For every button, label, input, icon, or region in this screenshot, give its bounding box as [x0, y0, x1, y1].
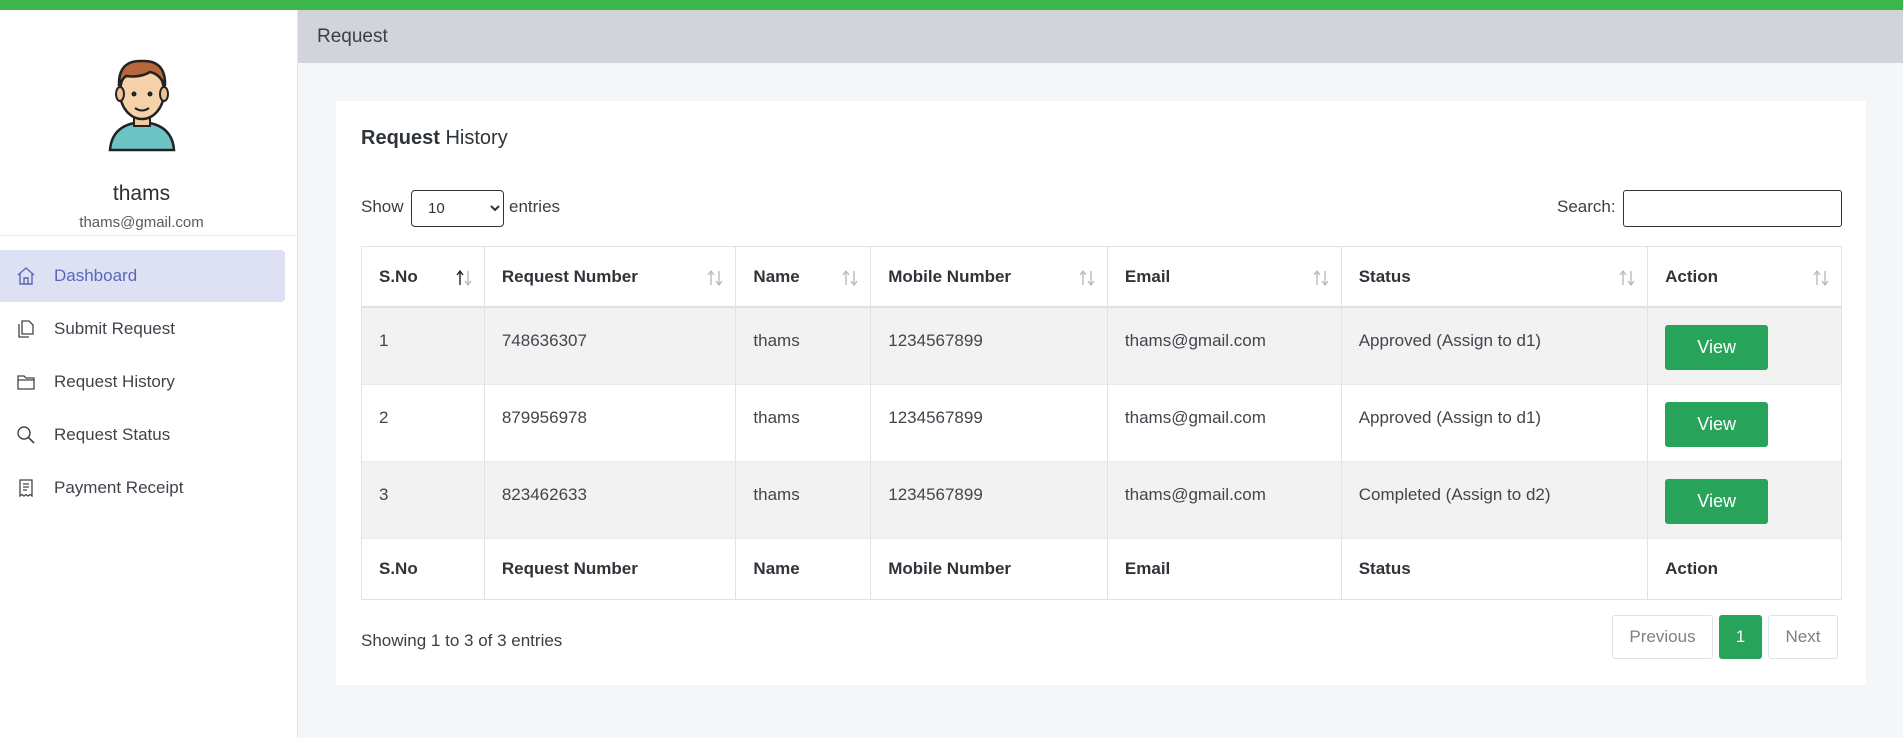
card-title-bold: Request [361, 127, 440, 149]
sidebar-item-payment-receipt[interactable]: Payment Receipt [0, 462, 285, 514]
sidebar: thams thams@gmail.com Dashboard Submit R… [0, 10, 298, 738]
sidebar-item-label: Request Status [54, 425, 171, 444]
column-header-action[interactable]: Action [1648, 247, 1841, 308]
sort-ascending-icon [456, 269, 472, 287]
table-footer-row: S.No Request Number Name Mobile Number E… [362, 539, 1841, 599]
sort-icon [1313, 269, 1329, 287]
page-title: Request [317, 25, 388, 47]
sidebar-item-label: Request History [54, 372, 175, 391]
table-row: 3 823462633 thams 1234567899 thams@gmail… [362, 462, 1841, 539]
search-input[interactable] [1623, 190, 1842, 227]
sidebar-item-label: Dashboard [54, 266, 138, 285]
footer-header-status: Status [1342, 539, 1649, 599]
table-row: 2 879956978 thams 1234567899 thams@gmail… [362, 385, 1841, 462]
cell-sno: 1 [362, 308, 485, 385]
cell-status: Approved (Assign to d1) [1341, 308, 1649, 385]
cell-action: View [1648, 385, 1841, 462]
pagination: Previous 1 Next [1612, 615, 1838, 659]
sort-icon [1813, 269, 1829, 287]
requests-table: S.No Request Number Name Mobile Number E… [361, 246, 1842, 600]
cell-sno: 2 [362, 385, 485, 462]
cell-request-number: 823462633 [484, 462, 737, 539]
view-button[interactable]: View [1665, 325, 1769, 370]
sidebar-divider [0, 235, 297, 236]
page-length-select[interactable]: 10 [411, 190, 504, 227]
cell-email: thams@gmail.com [1107, 462, 1342, 539]
sort-icon [842, 269, 858, 287]
cell-status: Approved (Assign to d1) [1341, 385, 1649, 462]
column-header-label: S.No [379, 266, 418, 286]
sidebar-item-submit-request[interactable]: Submit Request [0, 303, 285, 355]
table-header-row: S.No Request Number Name Mobile Number E… [362, 247, 1841, 308]
cell-request-number: 748636307 [484, 308, 737, 385]
sidebar-item-request-history[interactable]: Request History [0, 356, 285, 408]
cell-name: thams [736, 462, 872, 539]
column-header-sno[interactable]: S.No [362, 247, 485, 308]
cell-sno: 3 [362, 462, 485, 539]
footer-header-sno: S.No [362, 539, 485, 599]
home-icon [17, 267, 35, 285]
sidebar-item-request-status[interactable]: Request Status [0, 409, 285, 461]
cell-mobile: 1234567899 [871, 385, 1108, 462]
sidebar-item-label: Payment Receipt [54, 478, 184, 497]
top-accent-bar [0, 0, 1903, 10]
sort-icon [707, 269, 723, 287]
cell-request-number: 879956978 [484, 385, 737, 462]
view-button[interactable]: View [1665, 479, 1769, 524]
table-row: 1 748636307 thams 1234567899 thams@gmail… [362, 308, 1841, 385]
view-button[interactable]: View [1665, 402, 1769, 447]
cell-email: thams@gmail.com [1107, 385, 1342, 462]
show-label: Show [361, 197, 404, 216]
column-header-mobile-number[interactable]: Mobile Number [871, 247, 1108, 308]
user-email: thams@gmail.com [79, 214, 204, 231]
footer-header-mobile-number: Mobile Number [871, 539, 1108, 599]
folder-icon [17, 375, 35, 390]
table-info: Showing 1 to 3 of 3 entries [361, 631, 563, 650]
page-header: Request [298, 10, 1903, 63]
card-title: Request History [361, 127, 508, 150]
search-icon [17, 426, 35, 444]
cell-status: Completed (Assign to d2) [1341, 462, 1649, 539]
footer-header-action: Action [1665, 559, 1719, 578]
cell-name: thams [736, 385, 872, 462]
card-title-rest: History [439, 127, 508, 149]
column-header-label: Mobile Number [888, 266, 1012, 286]
sidebar-item-dashboard[interactable]: Dashboard [0, 250, 285, 302]
cell-action: View [1648, 462, 1841, 539]
sidebar-nav: Dashboard Submit Request Request History… [0, 250, 298, 515]
column-header-label: Email [1124, 266, 1171, 286]
receipt-icon [19, 479, 33, 498]
footer-header-request-number: Request Number [485, 539, 737, 599]
sort-icon [1079, 269, 1095, 287]
footer-header-name: Name [736, 539, 872, 599]
column-header-email[interactable]: Email [1107, 247, 1342, 308]
column-header-label: Name [753, 266, 800, 286]
footer-header-email: Email [1108, 539, 1342, 599]
column-header-request-number[interactable]: Request Number [484, 247, 737, 308]
cell-email: thams@gmail.com [1107, 308, 1342, 385]
column-header-name[interactable]: Name [736, 247, 872, 308]
user-name: thams [112, 182, 171, 205]
user-avatar-icon [108, 59, 176, 152]
cell-name: thams [736, 308, 872, 385]
column-header-label: Status [1358, 266, 1411, 286]
request-history-card: Request History Show 10 entries Search: … [336, 101, 1866, 685]
sort-icon [1619, 269, 1635, 287]
page-1-button[interactable]: 1 [1719, 615, 1762, 659]
cell-mobile: 1234567899 [871, 308, 1108, 385]
search-label: Search: [1557, 197, 1616, 216]
entries-label: entries [509, 197, 561, 216]
column-header-status[interactable]: Status [1341, 247, 1649, 308]
sidebar-item-label: Submit Request [54, 319, 175, 338]
previous-page-button[interactable]: Previous [1612, 615, 1713, 659]
column-header-label: Request Number [501, 266, 638, 286]
next-page-button[interactable]: Next [1768, 615, 1838, 659]
column-header-label: Action [1665, 266, 1719, 286]
documents-icon [18, 320, 34, 338]
cell-mobile: 1234567899 [871, 462, 1108, 539]
cell-action: View [1648, 308, 1841, 385]
